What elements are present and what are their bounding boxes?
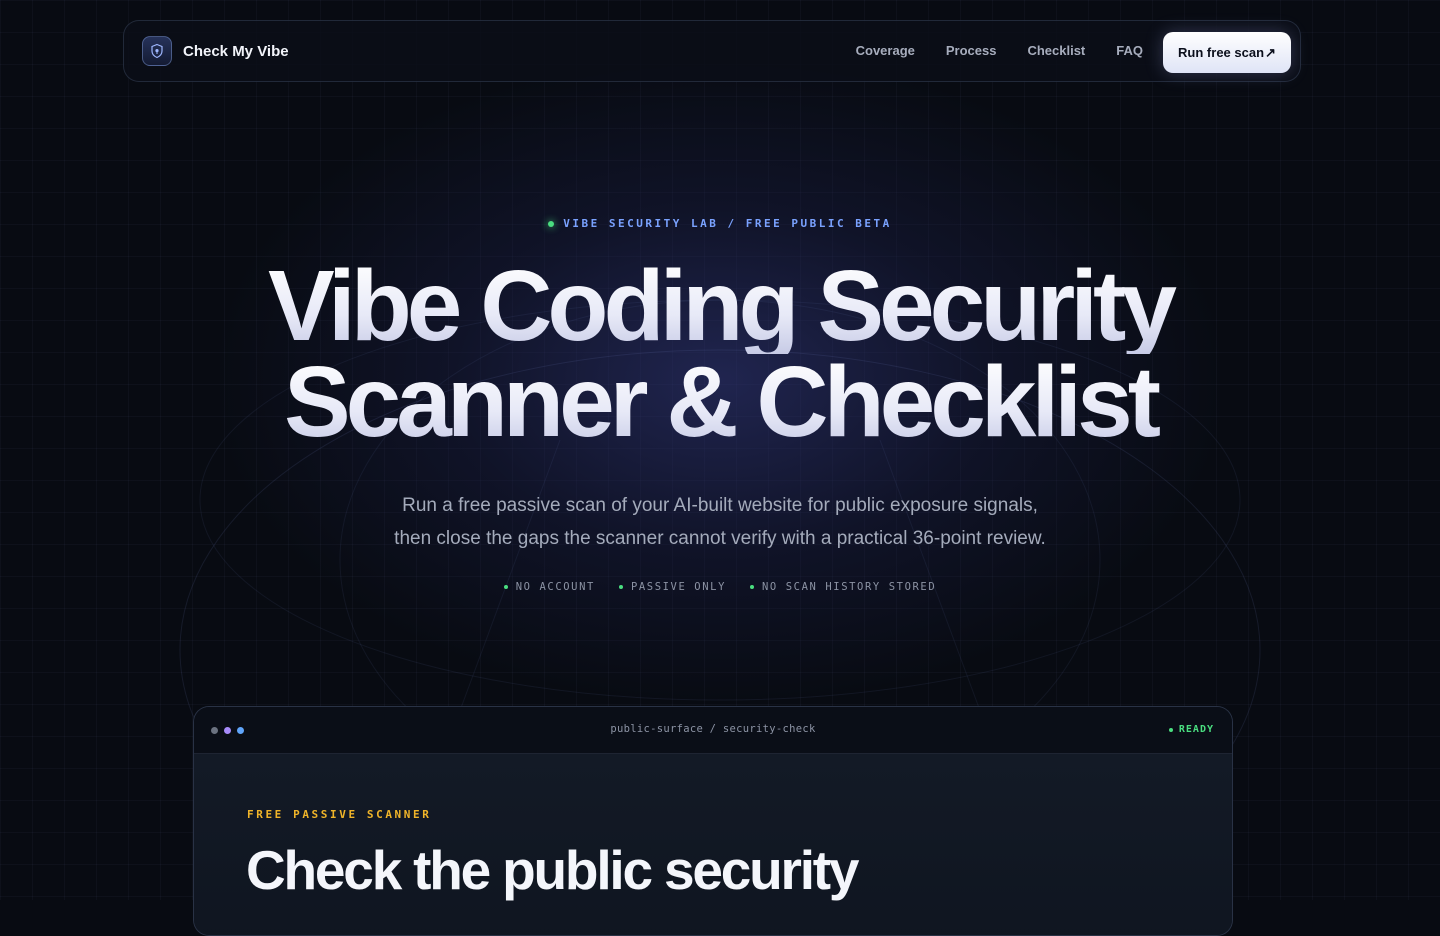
bullet-dot-icon [750,585,754,589]
nav-link-faq[interactable]: FAQ [1116,43,1143,58]
hero-subtitle: Run a free passive scan of your AI-built… [320,489,1120,555]
feature-passive-only: PASSIVE ONLY [618,581,726,593]
nav-link-coverage[interactable]: Coverage [856,43,915,58]
feature-label: PASSIVE ONLY [630,581,726,593]
scanner-body: FREE PASSIVE SCANNER Check the public se… [194,754,1232,935]
nav-link-process[interactable]: Process [946,43,997,58]
run-free-scan-button[interactable]: Run free scan ↗ [1163,32,1291,73]
brand[interactable]: Check My Vibe [142,36,289,66]
feature-label: NO ACCOUNT [515,581,595,593]
subtitle-line-1: Run a free passive scan of your AI-built… [402,495,1038,516]
headline-line-2: Scanner & Checklist [0,352,1440,452]
status-badge: READY [1168,724,1214,735]
scanner-label: FREE PASSIVE SCANNER [247,808,432,821]
run-free-scan-label: Run free scan [1178,45,1265,60]
nav-link-checklist[interactable]: Checklist [1027,43,1085,58]
hero-features: NO ACCOUNT PASSIVE ONLY NO SCAN HISTORY … [0,581,1440,593]
status-text: READY [1178,724,1214,735]
window-titlebar: public-surface / security-check READY [194,707,1232,754]
feature-label: NO SCAN HISTORY STORED [762,581,937,593]
arrow-up-right-icon: ↗ [1265,44,1276,60]
bullet-dot-icon [503,585,508,589]
scanner-window: public-surface / security-check READY FR… [193,706,1233,936]
hero-eyebrow: VIBE SECURITY LAB / FREE PUBLIC BETA [0,217,1440,230]
status-dot-icon [548,220,555,227]
top-navbar: Check My Vibe Coverage Process Checklist… [123,20,1301,82]
subtitle-line-2: then close the gaps the scanner cannot v… [394,528,1046,549]
feature-no-account: NO ACCOUNT [503,581,595,593]
bullet-dot-icon [618,585,623,589]
brand-name: Check My Vibe [183,42,289,60]
nav-links: Coverage Process Checklist FAQ [825,43,1143,58]
window-title: public-surface / security-check [610,723,816,735]
feature-no-scan-history: NO SCAN HISTORY STORED [750,581,936,593]
headline-line-1: Vibe Coding Security [0,256,1440,356]
shield-lock-icon [142,36,172,66]
eyebrow-text: VIBE SECURITY LAB / FREE PUBLIC BETA [563,217,892,230]
status-dot-icon [1168,727,1173,732]
scanner-heading: Check the public security [246,839,860,901]
hero-headline: Vibe Coding Security Scanner & Checklist [0,256,1440,452]
